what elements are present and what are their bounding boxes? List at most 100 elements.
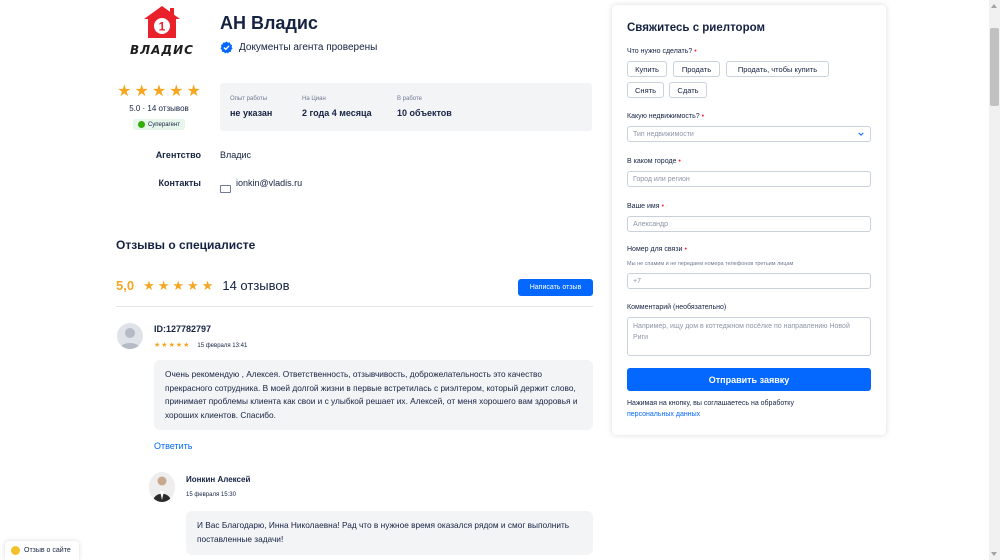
comment-placeholder: Например, ищу дом в коттеджном посёлке п… [633,323,850,341]
reviews-summary: 5,0 ★ ★ ★ ★ ★ 14 отзывов [116,278,290,293]
name-placeholder: Александр [633,220,669,228]
site-review-button[interactable]: Отзыв о сайте [5,541,79,560]
star-icon: ★ [183,342,190,349]
star-icon: ★ [201,278,214,293]
city-label: В каком городе • [627,158,681,165]
avatar [117,323,143,349]
mail-icon [220,185,231,193]
scrollbar[interactable] [989,0,1000,560]
star-icon: ★ [161,342,168,349]
star-icon: ★ [168,342,175,349]
verified-check-icon [220,41,233,54]
logo-text: ВЛАДИС [130,43,194,57]
badge-label: Суперагент [147,121,181,128]
reply-link[interactable]: Ответить [154,441,192,451]
agent-avatar [149,472,175,502]
city-placeholder: Город или регион [633,175,690,183]
name-label: Ваше имя • [627,203,664,210]
review-author: ID:127782797 [154,324,212,334]
site-review-label: Отзыв о сайте [24,547,71,554]
verified-text: Документы агента проверены [239,42,378,53]
user-placeholder-icon [120,328,140,349]
review-stars: ★ ★ ★ ★ ★ [154,342,189,349]
contact-form: Свяжитесь с риелтором Что нужно сделать?… [612,5,886,435]
reviews-score: 5,0 [116,278,135,293]
star-icon: ★ [134,83,149,100]
review-date: 15 февраля 13:41 [197,342,248,349]
contact-email[interactable]: ionkin@vladis.ru [236,178,302,188]
rating-summary: 5.0 · 14 отзывов [129,104,189,113]
submit-button[interactable]: Отправить заявку [627,368,871,391]
property-placeholder: Тип недвижимости [633,130,694,138]
comment-label: Комментарий (необязательно) [627,304,727,311]
star-icon: ★ [175,342,183,349]
agency-value: Владис [220,150,252,160]
property-label: Какую недвижимость? • [627,113,705,120]
review-meta: ★ ★ ★ ★ ★ 15 февраля 13:41 [154,342,247,349]
personal-data-link[interactable]: персональных данных [627,411,700,418]
consent-text: Нажимая на кнопку, вы соглашаетесь на об… [627,398,867,420]
answer-date: 15 февраля 15:30 [186,492,236,498]
stat-value: 10 объектов [397,108,452,118]
consent-label: Нажимая на кнопку, вы соглашаетесь на об… [627,400,794,407]
badge-icon [137,121,145,128]
stats-panel: Опыт работы не указан На Циан 2 года 4 м… [220,83,592,131]
agency-logo: 1 ВЛАДИС [124,5,200,65]
scroll-up-arrow-icon[interactable] [991,4,997,8]
property-select[interactable]: Тип недвижимости [627,126,871,142]
agency-label: Агентство [155,150,201,160]
city-input[interactable]: Город или регион [627,171,871,187]
star-icon: ★ [117,83,132,100]
star-icon: ★ [151,83,167,100]
action-label: Что нужно сделать? • [627,48,697,55]
comment-textarea[interactable]: Например, ищу дом в коттеджном посёлке п… [627,317,871,356]
agent-photo-icon [149,472,175,502]
stat-experience: Опыт работы не указан [230,96,272,118]
superagent-badge: Суперагент [132,119,186,130]
chip-rent[interactable]: Снять [627,82,664,98]
scroll-thumb[interactable] [990,28,999,106]
write-review-button[interactable]: Написать отзыв [518,279,593,296]
phone-hint: Мы не спамим и не передаем номера телефо… [627,261,794,267]
reviews-count: 14 отзывов [222,278,290,293]
answer-author: Ионкин Алексей [186,475,251,484]
stat-on-cian: На Циан 2 года 4 месяца [302,96,372,118]
scroll-down-arrow-icon[interactable] [991,552,997,556]
rating-block: ★ ★ ★ ★ ★ 5.0 · 14 отзывов Суперагент [116,84,202,133]
name-input[interactable]: Александр [627,216,871,232]
star-icon: ★ [154,342,161,349]
star-icon: ★ [172,278,185,293]
stat-in-work: В работе 10 объектов [397,96,452,118]
chip-sell[interactable]: Продать [673,61,720,77]
logo-number: 1 [159,20,166,34]
smile-icon [11,546,20,555]
chip-sell-to-buy[interactable]: Продать, чтобы купить [726,61,829,77]
stat-label: В работе [397,96,423,102]
phone-label: Номер для связи • [627,246,687,253]
phone-input[interactable]: +7 [627,273,871,289]
rating-stars: ★ ★ ★ ★ ★ [116,84,202,100]
house-logo-icon: 1 [144,6,180,38]
contacts-label: Контакты [158,178,201,188]
phone-placeholder: +7 [633,277,641,285]
divider [116,306,593,307]
stat-value: 2 года 4 месяца [302,108,372,118]
verified-status: Документы агента проверены [220,41,377,54]
stat-value: не указан [230,108,273,118]
star-icon: ★ [157,278,170,293]
star-icon: ★ [186,83,201,100]
star-icon: ★ [169,83,184,100]
reviews-title: Отзывы о специалисте [116,238,256,252]
answer-text: И Вас Благодарю, Инна Николаевна! Рад чт… [186,511,593,555]
stat-label: Опыт работы [230,96,268,102]
agency-name: АН Владис [220,13,318,33]
star-icon: ★ [143,278,155,293]
stat-label: На Циан [302,96,326,102]
chevron-down-icon [858,132,864,136]
reviews-stars: ★ ★ ★ ★ ★ [143,279,213,292]
review-text: Очень рекомендую , Алексея. Ответственно… [154,360,593,430]
chip-buy[interactable]: Купить [627,61,667,77]
form-title: Свяжитесь с риелтором [627,22,765,34]
star-icon: ★ [187,278,199,293]
chip-let[interactable]: Сдать [669,82,707,98]
